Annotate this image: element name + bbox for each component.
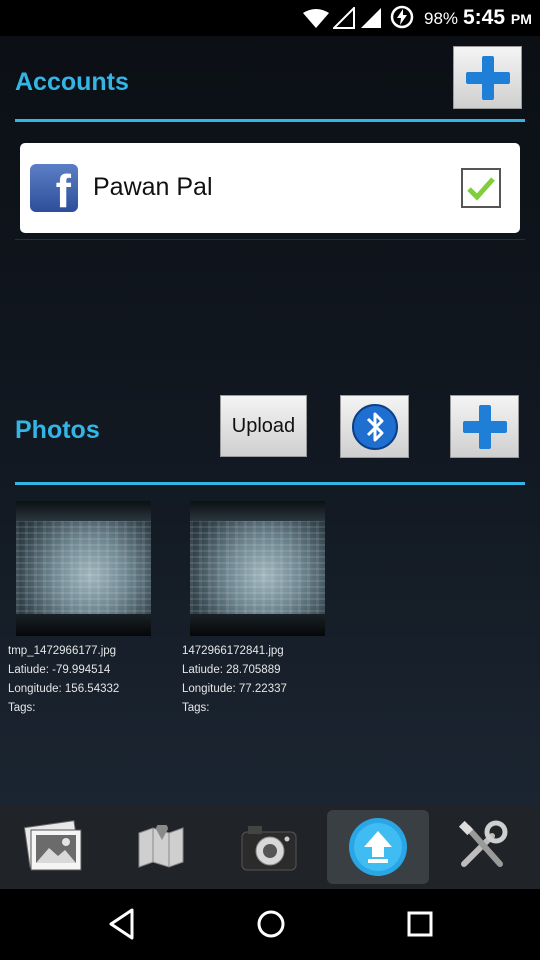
tab-bar <box>0 805 540 889</box>
clock: 5:45 PM <box>463 6 532 30</box>
account-name: Pawan Pal <box>93 173 213 201</box>
accounts-title: Accounts <box>15 68 129 96</box>
status-bar: 98% 5:45 PM <box>0 0 540 36</box>
home-icon[interactable] <box>255 907 287 941</box>
photos-divider <box>15 482 525 485</box>
bluetooth-button[interactable] <box>340 395 409 458</box>
tab-gallery[interactable] <box>3 810 105 884</box>
clock-time: 5:45 <box>463 6 506 29</box>
accounts-list-divider <box>15 239 525 240</box>
photos-title: Photos <box>15 416 100 444</box>
checkmark-icon <box>467 177 495 201</box>
photo-filename: 1472966172841.jpg <box>182 645 284 657</box>
photo-filename: tmp_1472966177.jpg <box>8 645 117 657</box>
clock-ampm: PM <box>510 11 532 27</box>
tab-settings[interactable] <box>432 810 534 884</box>
account-item[interactable]: f Pawan Pal <box>20 143 520 233</box>
charging-icon <box>390 5 414 29</box>
battery-percent: 98% <box>424 9 459 28</box>
camera-icon <box>241 826 297 871</box>
photo-thumbnail[interactable] <box>190 501 325 636</box>
add-account-button[interactable] <box>453 46 522 109</box>
signal-full-icon <box>361 8 381 28</box>
accounts-divider <box>15 119 525 122</box>
photo-thumbnail[interactable] <box>16 501 151 636</box>
tools-icon <box>458 820 508 867</box>
signal-empty-icon <box>333 7 355 29</box>
photo-meta: 1472966172841.jpg Latiude: 28.705889 Lon… <box>182 642 287 718</box>
tab-camera[interactable] <box>218 810 320 884</box>
nav-bar <box>0 889 540 960</box>
upload-button[interactable]: Upload <box>220 395 307 457</box>
plus-icon <box>465 55 510 100</box>
photo-tags: Tags: <box>182 702 210 714</box>
photo-longitude: Longitude: 156.54332 <box>8 683 120 695</box>
photo-latitude: Latiude: 28.705889 <box>182 664 281 676</box>
wifi-icon <box>303 9 329 28</box>
photo-latitude: Latiude: -79.994514 <box>8 664 111 676</box>
upload-icon <box>349 818 407 876</box>
tab-upload[interactable] <box>327 810 429 884</box>
gallery-icon <box>23 820 82 871</box>
photo-meta: tmp_1472966177.jpg Latiude: -79.994514 L… <box>8 642 119 718</box>
photo-longitude: Longitude: 77.22337 <box>182 683 287 695</box>
facebook-icon: f <box>30 164 78 212</box>
plus-icon <box>462 404 507 449</box>
bluetooth-icon <box>351 403 398 450</box>
back-icon[interactable] <box>107 907 137 941</box>
add-photo-button[interactable] <box>450 395 519 458</box>
account-checkbox[interactable] <box>461 168 501 208</box>
tab-map[interactable] <box>110 810 212 884</box>
recents-icon[interactable] <box>405 907 435 941</box>
map-icon <box>138 825 184 868</box>
photo-tags: Tags: <box>8 702 36 714</box>
